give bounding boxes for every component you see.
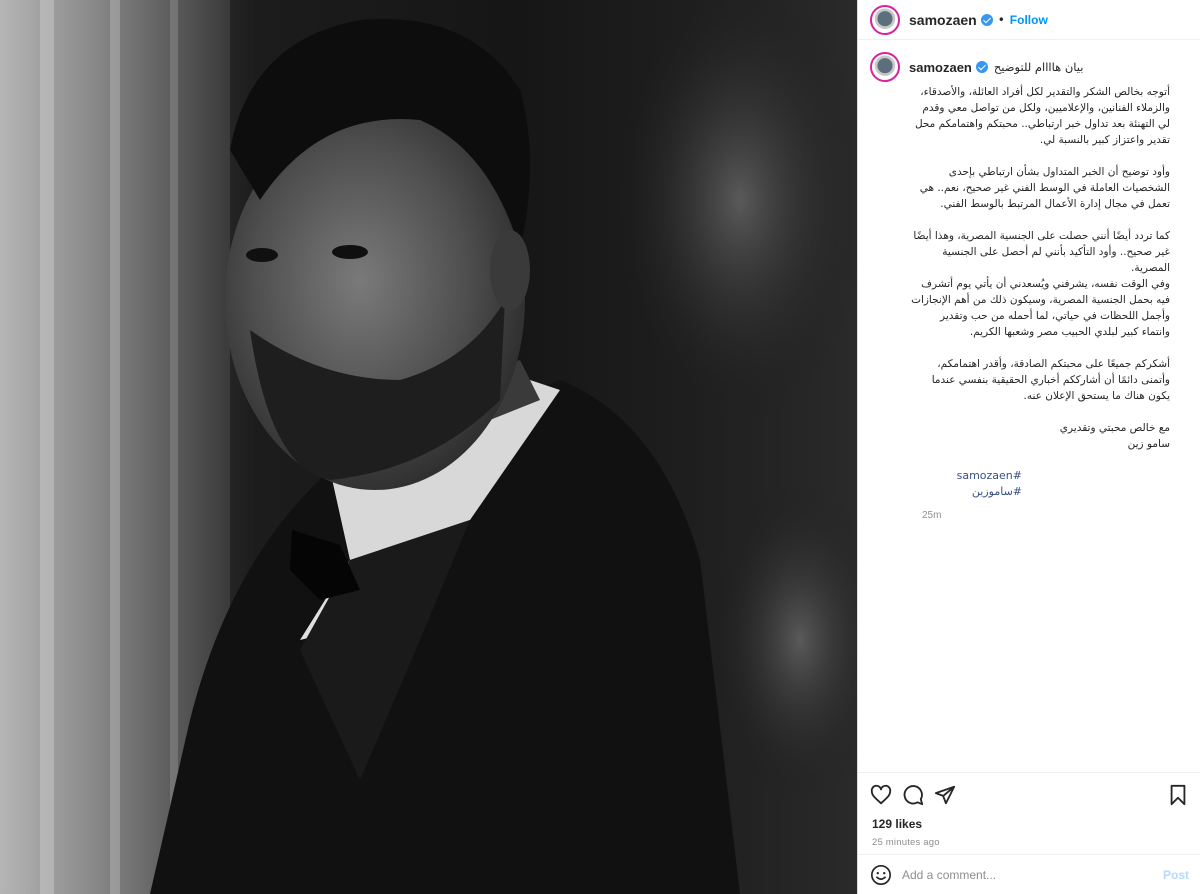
likes-count[interactable]: 129 likes xyxy=(858,817,1200,831)
post-header: samozaen • Follow xyxy=(858,0,1200,40)
follow-button[interactable]: Follow xyxy=(1010,13,1048,27)
avatar[interactable] xyxy=(870,4,900,35)
portrait-image xyxy=(0,0,857,894)
heart-icon[interactable] xyxy=(870,784,892,806)
action-bar xyxy=(858,773,1200,817)
caption-avatar[interactable] xyxy=(870,52,900,82)
verified-badge-icon xyxy=(980,13,993,26)
caption-paragraph: كما تردد أيضًا أنني حصلت على الجنسية الم… xyxy=(911,230,1170,338)
caption-header: samozaen بيان هاااام للتوضيح xyxy=(870,52,1189,82)
hashtag-link[interactable]: #samozaen xyxy=(922,468,1022,484)
verified-badge-icon xyxy=(975,61,988,73)
caption-title: بيان هاااام للتوضيح xyxy=(993,60,1084,74)
caption-username[interactable]: samozaen xyxy=(909,60,972,75)
bookmark-icon[interactable] xyxy=(1167,784,1189,806)
hashtag-list: #samozaen #ساموزين xyxy=(922,468,1022,500)
caption-paragraph: مع خالص محبتي وتقديري سامو زين xyxy=(1059,422,1170,450)
comment-input[interactable] xyxy=(902,867,1163,882)
hashtag-link[interactable]: #ساموزين xyxy=(922,484,1022,500)
caption-paragraph: أتوجه بخالص الشكر والتقدير لكل أفراد الع… xyxy=(914,86,1170,146)
post-comment-button[interactable]: Post xyxy=(1163,868,1189,882)
caption-paragraph: أشكركم جميعًا على محبتكم الصادقة، وأقدر … xyxy=(931,358,1170,402)
separator-dot: • xyxy=(997,12,1005,27)
caption-section: samozaen بيان هاااام للتوضيح أتوجه بخالص… xyxy=(858,52,1200,772)
caption-time: 25m xyxy=(922,510,942,521)
caption-paragraph: وأود توضيح أن الخبر المتداول بشأن ارتباط… xyxy=(919,166,1170,210)
emoji-icon[interactable] xyxy=(870,864,892,886)
post-sidebar: samozaen • Follow samozaen بيان هاااام ل… xyxy=(857,0,1200,894)
comment-bar: Post xyxy=(858,854,1200,894)
share-icon[interactable] xyxy=(934,784,956,806)
caption-body: أتوجه بخالص الشكر والتقدير لكل أفراد الع… xyxy=(910,84,1170,452)
header-username[interactable]: samozaen xyxy=(909,12,977,28)
comment-icon[interactable] xyxy=(902,784,924,806)
posted-time: 25 minutes ago xyxy=(872,837,940,848)
post-photo[interactable] xyxy=(0,0,857,894)
